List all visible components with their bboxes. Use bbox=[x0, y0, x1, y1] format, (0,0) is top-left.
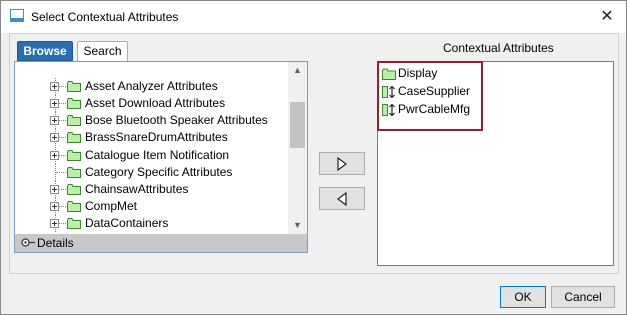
expand-icon[interactable] bbox=[50, 151, 59, 160]
tree-item-label: DataContainers bbox=[85, 216, 169, 230]
tree-item-label: ChainsawAttributes bbox=[85, 182, 189, 196]
tree-item-label: BrassSnareDrumAttributes bbox=[85, 130, 228, 144]
scroll-thumb[interactable] bbox=[290, 102, 305, 148]
window-icon bbox=[10, 9, 24, 22]
expand-icon[interactable] bbox=[50, 82, 59, 91]
folder-icon bbox=[67, 184, 81, 195]
tree-item[interactable]: Category Specific Attributes bbox=[15, 164, 288, 181]
details-toggle-icon bbox=[21, 238, 35, 247]
expand-icon[interactable] bbox=[50, 202, 59, 211]
expand-icon[interactable] bbox=[50, 133, 59, 142]
add-attribute-button[interactable] bbox=[319, 152, 365, 175]
details-label: Details bbox=[37, 236, 74, 250]
tree-item[interactable]: DataContainers bbox=[15, 215, 288, 232]
close-button[interactable]: ✕ bbox=[596, 6, 618, 28]
tree-item[interactable]: Asset Download Attributes bbox=[15, 95, 288, 112]
highlight-box bbox=[377, 61, 483, 131]
tree-connector bbox=[56, 172, 66, 173]
tab-search[interactable]: Search bbox=[77, 41, 128, 61]
triangle-right-icon bbox=[337, 157, 347, 171]
folder-icon bbox=[67, 81, 81, 92]
tree-item-label: Catalogue Item Notification bbox=[85, 148, 230, 162]
expand-icon[interactable] bbox=[50, 99, 59, 108]
attribute-tree-panel: Asset Analyzer Attributes Asset Download… bbox=[14, 61, 308, 253]
folder-icon bbox=[67, 218, 81, 229]
folder-icon bbox=[67, 98, 81, 109]
scroll-down-arrow-icon[interactable]: ▼ bbox=[288, 217, 307, 234]
dialog-title: Select Contextual Attributes bbox=[31, 10, 179, 24]
expand-icon[interactable] bbox=[50, 185, 59, 194]
tree-item-label: Category Specific Attributes bbox=[85, 165, 233, 179]
tree-vertical-scrollbar[interactable]: ▲ ▼ bbox=[288, 62, 307, 234]
folder-icon bbox=[67, 201, 81, 212]
tree-item-label: Bose Bluetooth Speaker Attributes bbox=[85, 113, 268, 127]
folder-icon bbox=[67, 167, 81, 178]
tree-item-label: Asset Download Attributes bbox=[85, 96, 226, 110]
tab-browse[interactable]: Browse bbox=[17, 41, 73, 61]
folder-icon bbox=[67, 132, 81, 143]
folder-icon bbox=[67, 150, 81, 161]
contextual-attributes-heading: Contextual Attributes bbox=[443, 41, 554, 55]
tree-item[interactable]: CompMet bbox=[15, 198, 288, 215]
tree-item-label: CompMet bbox=[85, 199, 138, 213]
ok-button[interactable]: OK bbox=[500, 286, 546, 308]
title-bar[interactable]: Select Contextual Attributes ✕ bbox=[1, 1, 626, 33]
expand-icon[interactable] bbox=[50, 219, 59, 228]
scroll-up-arrow-icon[interactable]: ▲ bbox=[288, 62, 307, 79]
triangle-left-icon bbox=[337, 192, 347, 206]
tree-item[interactable]: Catalogue Item Notification bbox=[15, 147, 288, 164]
details-bar[interactable]: Details bbox=[15, 234, 307, 252]
tree-item[interactable]: ChainsawAttributes bbox=[15, 181, 288, 198]
remove-attribute-button[interactable] bbox=[319, 187, 365, 210]
cancel-button[interactable]: Cancel bbox=[551, 286, 615, 308]
tree-item[interactable]: BrassSnareDrumAttributes bbox=[15, 129, 288, 146]
tree-item[interactable]: Asset Analyzer Attributes bbox=[15, 78, 288, 95]
folder-icon bbox=[67, 115, 81, 126]
expand-icon[interactable] bbox=[50, 116, 59, 125]
tree-item[interactable]: Bose Bluetooth Speaker Attributes bbox=[15, 112, 288, 129]
dialog-window: Select Contextual Attributes ✕ Browse Se… bbox=[0, 0, 627, 315]
tree-item-label: Asset Analyzer Attributes bbox=[85, 79, 218, 93]
attribute-tree: Asset Analyzer Attributes Asset Download… bbox=[15, 62, 288, 234]
